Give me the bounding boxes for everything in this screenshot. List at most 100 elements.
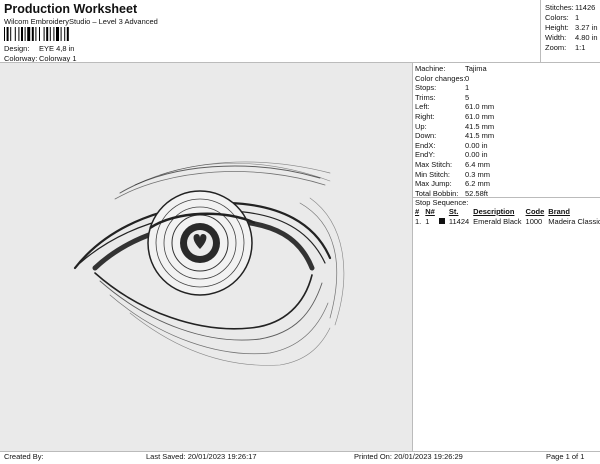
barcode-bar (53, 27, 55, 41)
info-label: Up: (415, 121, 427, 131)
stat-row: Stitches:11426 (545, 3, 598, 13)
design-row: Design: EYE 4,8 in (4, 44, 74, 53)
created-by: Created By: (4, 452, 44, 461)
thread-brand: Madeira Classic 40 (548, 216, 600, 226)
barcode-bar (64, 27, 66, 41)
stat-row: Colors: 1 (545, 13, 598, 23)
info-value: 0.00 in (465, 140, 488, 150)
stat-value: 1 (575, 13, 580, 22)
barcode-bar (10, 27, 12, 41)
info-row: Min Stitch: 0.3 mm (415, 170, 494, 180)
needle-number: 1 (425, 216, 430, 226)
barcode-bar (6, 27, 9, 41)
info-label: Max Jump: (415, 179, 452, 189)
info-row: Max Stitch: 6.4 mm (415, 160, 494, 170)
info-label: Down: (415, 131, 437, 141)
info-label: Color changes: (415, 73, 466, 83)
info-row: EndY: 0.00 in (415, 150, 494, 160)
stat-label: Width: (545, 33, 567, 42)
barcode (4, 27, 69, 41)
barcode-bar (35, 27, 37, 41)
info-label: Min Stitch: (415, 169, 451, 179)
stat-row: Zoom: 1:1 (545, 43, 598, 53)
col-header: Description (473, 207, 515, 216)
info-row: Trims: 5 (415, 93, 494, 103)
divider (0, 451, 600, 452)
stop-sequence-title: Stop Sequence: (415, 198, 469, 207)
info-label: Max Stitch: (415, 159, 453, 169)
stat-value: 1:1 (575, 43, 586, 52)
barcode-bar (43, 27, 45, 41)
info-label: Right: (415, 111, 435, 121)
info-row: Right: 61.0 mm (415, 112, 494, 122)
info-label: Trims: (415, 92, 436, 102)
barcode-bar (21, 27, 23, 41)
stat-row: Width: 4.80 in (545, 33, 598, 43)
barcode-bar (4, 27, 5, 41)
stat-row: Height: 3.27 in (545, 23, 598, 33)
stat-value: 4.80 in (575, 33, 598, 42)
col-header: N# (425, 207, 435, 216)
barcode-bar (18, 27, 20, 41)
col-header: # (415, 207, 420, 216)
page-number: Page 1 of 1 (546, 452, 585, 461)
software-name: Wilcom EmbroideryStudio – Level 3 Advanc… (4, 17, 158, 26)
barcode-bar (60, 27, 62, 41)
divider (540, 0, 541, 62)
design-stats: Stitches:11426 Colors: 1 Height: 3.27 in W… (545, 3, 598, 53)
stat-label: Colors: (545, 13, 569, 22)
barcode-bar (31, 27, 34, 41)
info-row: Up: 41.5 mm (415, 122, 494, 132)
thread-code: 1000 (525, 216, 543, 226)
info-row: Max Jump: 6.2 mm (415, 179, 494, 189)
barcode-bar (56, 27, 59, 41)
design-label: Design: (4, 44, 30, 53)
stat-label: Height: (545, 23, 569, 32)
divider (412, 63, 413, 451)
col-header: Brand (548, 207, 570, 216)
last-saved: Last Saved: 20/01/2023 19:26:17 (146, 452, 257, 461)
barcode-bar (39, 27, 40, 41)
stop-sequence-table: # N# St. Description Code Brand 1. 1 114… (414, 207, 600, 226)
info-label: Machine: (415, 64, 446, 73)
info-value: 6.4 mm (465, 159, 491, 169)
info-value: 61.0 mm (465, 102, 495, 112)
info-label: Stops: (415, 83, 437, 93)
info-row: Color changes:0 (415, 74, 494, 84)
stat-value: 3.27 in (575, 23, 598, 32)
barcode-bar (24, 27, 26, 41)
info-value: 0.00 in (465, 150, 488, 160)
col-header: Code (525, 207, 545, 216)
thread-description: Emerald Black (473, 216, 522, 226)
worksheet-title: Production Worksheet (4, 2, 138, 16)
info-value: 1 (465, 83, 470, 93)
table-row: 1. 1 11424 Emerald Black 1000 Madeira Cl… (414, 216, 600, 226)
info-row: Stops: 1 (415, 83, 494, 93)
barcode-bar (46, 27, 49, 41)
info-row: Left: 61.0 mm (415, 102, 494, 112)
info-row: Machine: Tajima (415, 64, 494, 74)
eye-embroidery-image (73, 161, 345, 366)
color-swatch (438, 217, 445, 224)
barcode-bar (49, 27, 51, 41)
barcode-bar (14, 27, 16, 41)
stop-index: 1. (415, 216, 422, 226)
info-label: EndY: (415, 150, 436, 160)
stitch-count: 11424 (448, 216, 470, 226)
info-value: 41.5 mm (465, 121, 495, 131)
stat-label: Stitches: (545, 3, 574, 12)
info-value: Tajima (465, 64, 487, 73)
printed-on: Printed On: 20/01/2023 19:26:29 (354, 452, 463, 461)
stat-value: 11426 (575, 3, 596, 12)
col-header (438, 207, 448, 216)
stat-label: Zoom: (545, 43, 567, 52)
info-value: 41.5 mm (465, 131, 495, 141)
machine-info: Machine: Tajima Color changes:0 Stops: 1 T… (415, 64, 494, 198)
info-value: 0 (465, 73, 470, 83)
info-value: 6.2 mm (465, 179, 491, 189)
design-preview (0, 63, 412, 451)
info-row: Down: 41.5 mm (415, 131, 494, 141)
col-header: St. (448, 207, 459, 216)
info-label: Left: (415, 102, 430, 112)
info-label: EndX: (415, 140, 436, 150)
